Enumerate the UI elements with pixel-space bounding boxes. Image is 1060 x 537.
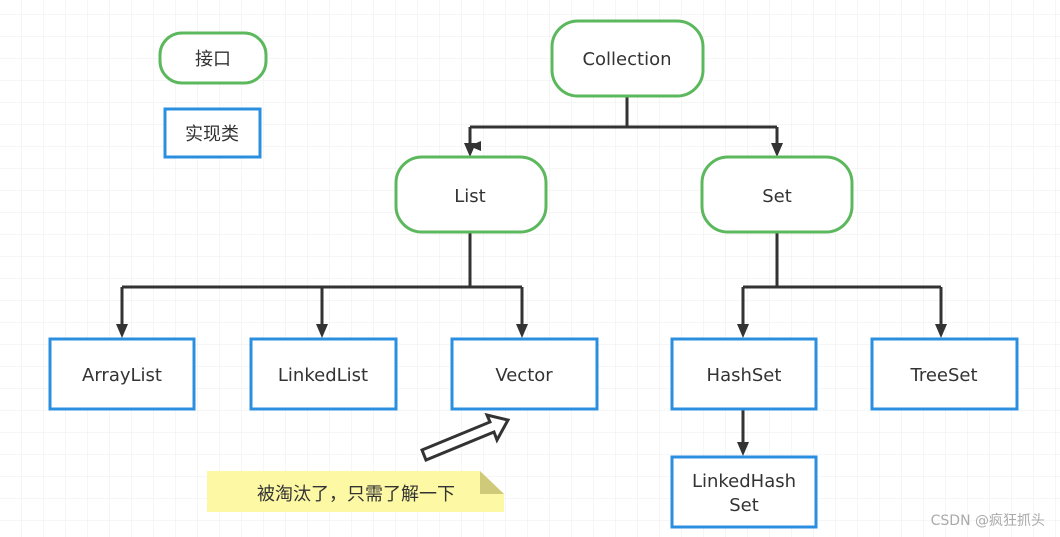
label-list: List — [454, 186, 485, 207]
label-collection: Collection — [582, 49, 671, 70]
label-arraylist: ArrayList — [82, 365, 162, 386]
note-text: 被淘汰了，只需了解一下 — [257, 484, 455, 505]
label-linkedhashset-1: LinkedHash — [692, 471, 796, 492]
note: 被淘汰了，只需了解一下 — [207, 471, 504, 512]
node-linkedhashset — [670, 455, 818, 529]
grid-background — [0, 0, 1060, 537]
label-vector: Vector — [495, 365, 553, 386]
legend-class-label: 实现类 — [185, 124, 239, 145]
diagram-canvas: 接口 实现类 Collection List Set ArrayList Lin… — [0, 0, 1060, 537]
watermark: CSDN @疯狂抓头 — [931, 513, 1045, 529]
label-linkedhashset-2: Set — [729, 495, 759, 516]
label-hashset: HashSet — [707, 365, 782, 386]
legend-interface-label: 接口 — [195, 49, 231, 70]
label-set: Set — [762, 186, 792, 207]
label-linkedlist: LinkedList — [278, 365, 368, 386]
label-treeset: TreeSet — [909, 365, 977, 386]
